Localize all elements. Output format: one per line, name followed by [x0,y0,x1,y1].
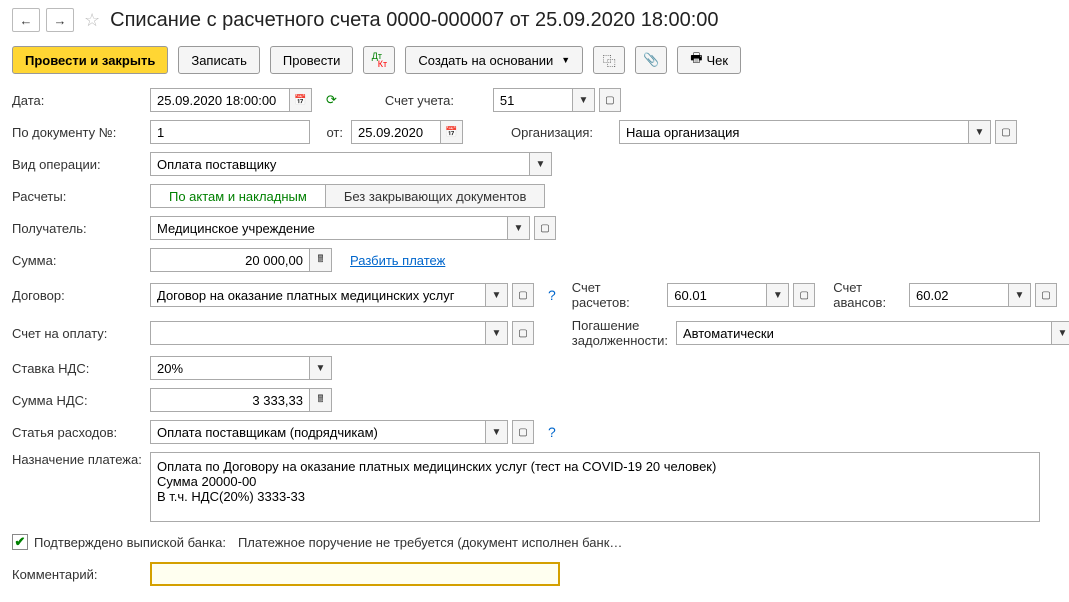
forward-button[interactable]: → [46,8,74,32]
account-input[interactable] [493,88,573,112]
calculator-icon[interactable]: 🖩 [310,248,332,272]
vatsum-input[interactable] [150,388,310,412]
toggle-by-acts[interactable]: По актам и накладным [150,184,326,208]
structure-button[interactable]: ⿻ [593,46,625,74]
recipient-label: Получатель: [12,221,142,236]
docdate-input[interactable] [351,120,441,144]
toggle-no-docs[interactable]: Без закрывающих документов [326,184,546,208]
dropdown-icon[interactable]: ▼ [767,283,789,307]
calc-label: Расчеты: [12,189,142,204]
dtkt-button[interactable]: ДтКт [363,46,395,74]
bank-status-text: Платежное поручение не требуется (докуме… [238,535,622,550]
advanceacc-label: Счет авансов: [833,280,901,310]
vatrate-label: Ставка НДС: [12,361,142,376]
optype-label: Вид операции: [12,157,142,172]
recipient-input[interactable] [150,216,508,240]
dropdown-icon[interactable]: ▼ [310,356,332,380]
dropdown-icon[interactable]: ▼ [573,88,595,112]
dropdown-icon[interactable]: ▼ [486,321,508,345]
advanceacc-input[interactable] [909,283,1009,307]
top-toolbar: ← → ☆ Списание с расчетного счета 0000-0… [12,8,1057,32]
dropdown-icon[interactable]: ▼ [1052,321,1069,345]
split-payment-link[interactable]: Разбить платеж [350,253,445,268]
action-bar: Провести и закрыть Записать Провести ДтК… [12,46,1057,74]
debt-label: Погашение задолженности: [572,318,668,348]
open-icon[interactable]: ▢ [1035,283,1057,307]
expense-label: Статья расходов: [12,425,142,440]
help-icon[interactable]: ? [548,287,556,303]
post-and-close-button[interactable]: Провести и закрыть [12,46,168,74]
refresh-icon[interactable]: ⟳ [326,92,337,108]
purpose-label: Назначение платежа: [12,452,142,467]
dropdown-icon[interactable]: ▼ [508,216,530,240]
settleacc-label: Счет расчетов: [572,280,659,310]
purpose-textarea[interactable] [150,452,1040,522]
date-label: Дата: [12,93,142,108]
back-button[interactable]: ← [12,8,40,32]
open-icon[interactable]: ▢ [599,88,621,112]
open-icon[interactable]: ▢ [512,321,534,345]
paperclip-icon: 📎 [643,52,659,68]
confirmed-label: Подтверждено выпиской банка: [34,535,226,550]
dropdown-icon[interactable]: ▼ [1009,283,1031,307]
org-label: Организация: [511,125,611,140]
dropdown-icon[interactable]: ▼ [486,420,508,444]
account-label: Счет учета: [385,93,485,108]
favorite-icon[interactable]: ☆ [84,10,100,31]
dropdown-icon[interactable]: ▼ [530,152,552,176]
calculator-icon[interactable]: 🖩 [310,388,332,412]
open-icon[interactable]: ▢ [793,283,815,307]
vatrate-input[interactable] [150,356,310,380]
confirmed-checkbox[interactable]: ✔ [12,534,28,550]
contract-label: Договор: [12,288,142,303]
docnum-label: По документу №: [12,125,142,140]
create-based-button[interactable]: Создать на основании▼ [405,46,583,74]
open-icon[interactable]: ▢ [534,216,556,240]
page-title: Списание с расчетного счета 0000-000007 … [110,9,718,32]
post-button[interactable]: Провести [270,46,354,74]
calendar-icon[interactable]: 📅 [290,88,312,112]
expense-input[interactable] [150,420,486,444]
sum-label: Сумма: [12,253,142,268]
optype-input[interactable] [150,152,530,176]
check-button[interactable]: 🖶Чек [677,46,741,74]
calc-toggle: По актам и накладным Без закрывающих док… [150,184,545,208]
dropdown-icon[interactable]: ▼ [969,120,991,144]
calendar-icon[interactable]: 📅 [441,120,463,144]
vatsum-label: Сумма НДС: [12,393,142,408]
debt-input[interactable] [676,321,1052,345]
open-icon[interactable]: ▢ [512,283,534,307]
save-button[interactable]: Записать [178,46,260,74]
comment-input[interactable] [150,562,560,586]
dropdown-icon[interactable]: ▼ [486,283,508,307]
open-icon[interactable]: ▢ [995,120,1017,144]
contract-input[interactable] [150,283,486,307]
help-icon[interactable]: ? [548,424,556,440]
invoice-label: Счет на оплату: [12,326,142,341]
invoice-input[interactable] [150,321,486,345]
attachment-button[interactable]: 📎 [635,46,667,74]
date-input[interactable] [150,88,290,112]
docnum-input[interactable] [150,120,310,144]
sum-input[interactable] [150,248,310,272]
open-icon[interactable]: ▢ [512,420,534,444]
settleacc-input[interactable] [667,283,767,307]
from-label: от: [318,125,343,140]
comment-label: Комментарий: [12,567,142,582]
printer-icon: 🖶 [690,49,702,71]
org-input[interactable] [619,120,969,144]
